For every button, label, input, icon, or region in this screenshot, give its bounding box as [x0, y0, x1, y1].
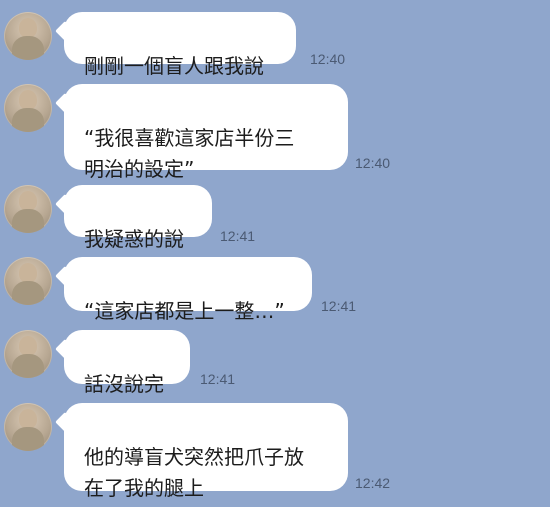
- message-text: “我很喜歡這家店半份三 明治的設定”: [84, 126, 295, 181]
- message-text: 我疑惑的說: [84, 227, 184, 251]
- message-time: 12:40: [310, 51, 346, 67]
- avatar[interactable]: [4, 403, 52, 451]
- message-bubble[interactable]: 他的導盲犬突然把爪子放 在了我的腿上: [64, 403, 348, 500]
- message-time: 12:41: [220, 228, 256, 244]
- avatar[interactable]: [4, 257, 52, 305]
- message-text: 他的導盲犬突然把爪子放 在了我的腿上: [84, 445, 304, 500]
- message-bubble[interactable]: “這家店都是上一整…”: [64, 257, 312, 323]
- message-time: 12:41: [200, 371, 236, 387]
- message-time: 12:40: [355, 155, 391, 171]
- avatar[interactable]: [4, 84, 52, 132]
- chat-area: 剛剛一個盲人跟我說 12:40 “我很喜歡這家店半份三 明治的設定” 12:40…: [0, 0, 550, 507]
- message-text: “這家店都是上一整…”: [84, 299, 285, 323]
- message-bubble[interactable]: 我疑惑的說: [64, 185, 212, 251]
- message-bubble[interactable]: 話沒說完: [64, 330, 190, 396]
- message-text: 剛剛一個盲人跟我說: [84, 54, 264, 78]
- message-bubble[interactable]: “我很喜歡這家店半份三 明治的設定”: [64, 84, 348, 181]
- message-time: 12:42: [355, 475, 391, 491]
- avatar[interactable]: [4, 330, 52, 378]
- message-time: 12:41: [321, 298, 357, 314]
- avatar[interactable]: [4, 12, 52, 60]
- avatar[interactable]: [4, 185, 52, 233]
- message-text: 話沒說完: [84, 372, 164, 396]
- message-bubble[interactable]: 剛剛一個盲人跟我說: [64, 12, 296, 78]
